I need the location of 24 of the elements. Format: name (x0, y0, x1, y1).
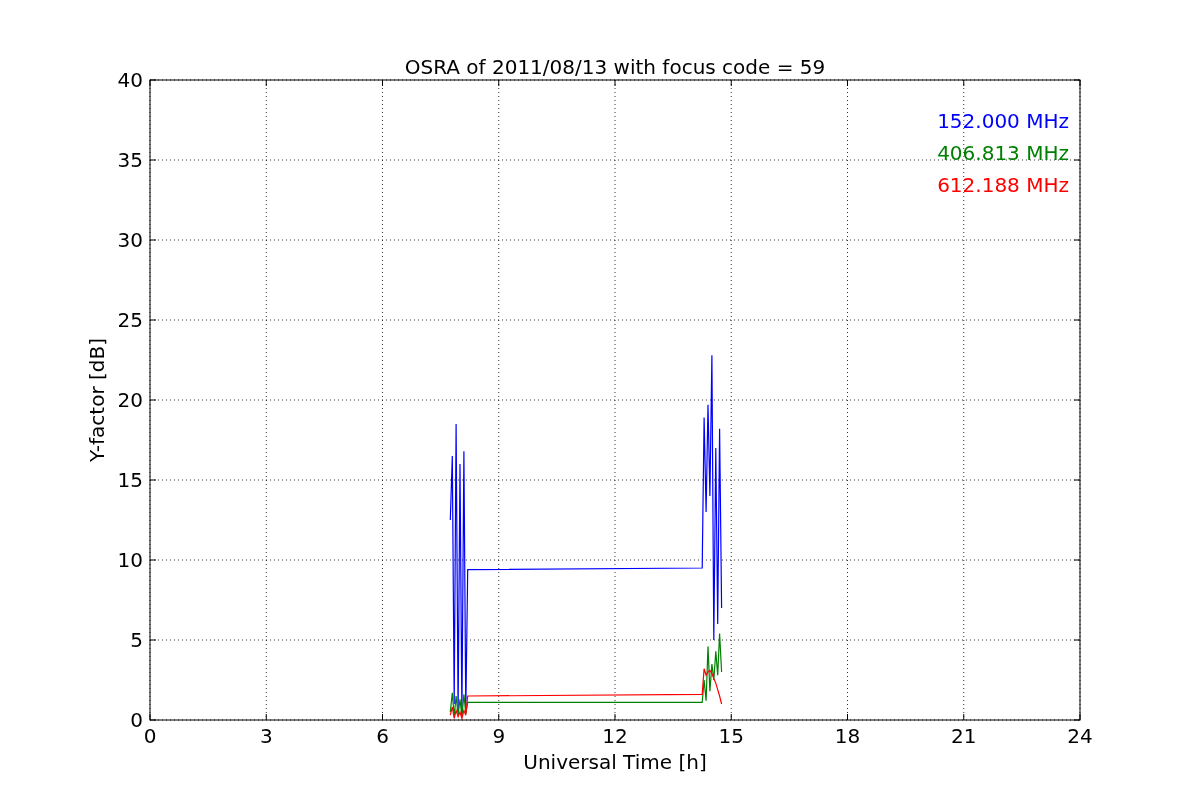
legend-entry: 152.000 MHz (937, 109, 1069, 133)
x-tick-label: 18 (834, 724, 861, 748)
x-axis-label: Universal Time [h] (523, 750, 707, 774)
x-tick-label: 0 (143, 724, 157, 748)
x-tick-label: 21 (951, 724, 977, 748)
legend-entry: 406.813 MHz (937, 141, 1069, 165)
y-tick-label: 30 (117, 228, 143, 252)
y-tick-label: 10 (117, 548, 143, 572)
y-tick-label: 25 (117, 308, 143, 332)
x-tick-label: 12 (602, 724, 628, 748)
x-tick-label: 6 (376, 724, 389, 748)
y-tick-label: 20 (117, 388, 143, 412)
x-tick-label: 24 (1067, 724, 1093, 748)
y-axis-label: Y-factor [dB] (85, 338, 109, 462)
y-tick-label: 0 (130, 708, 143, 732)
legend-entry: 612.188 MHz (937, 173, 1069, 197)
y-tick-label: 35 (117, 148, 143, 172)
x-tick-label: 15 (718, 724, 744, 748)
y-tick-label: 15 (117, 468, 143, 492)
x-tick-label: 3 (259, 724, 273, 748)
y-tick-label: 5 (130, 628, 143, 652)
chart-title: OSRA of 2011/08/13 with focus code = 59 (404, 55, 826, 79)
x-tick-label: 9 (492, 724, 506, 748)
y-tick-label: 40 (117, 68, 143, 92)
